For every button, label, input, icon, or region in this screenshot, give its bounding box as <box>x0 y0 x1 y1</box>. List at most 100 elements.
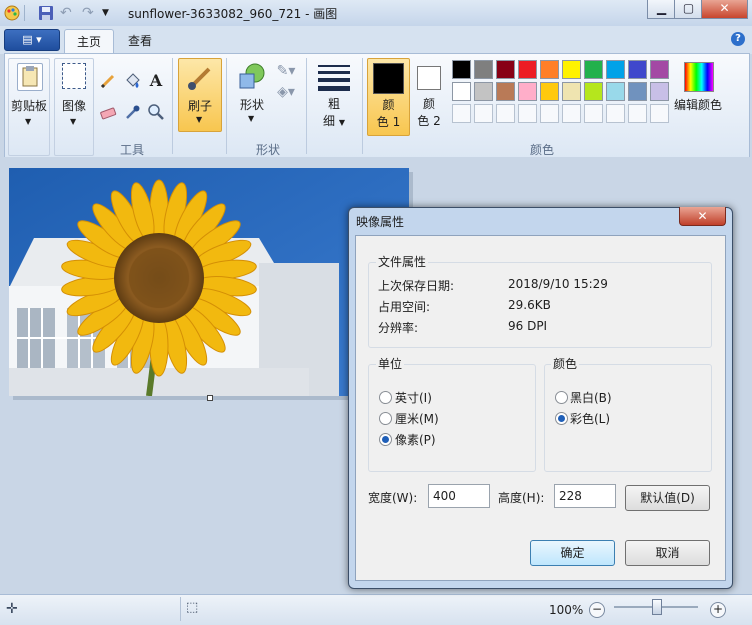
default-button[interactable]: 默认值(D) <box>625 485 710 511</box>
edit-colors-button[interactable]: 编辑颜色 <box>674 58 722 130</box>
outline-icon[interactable]: ✎▾ <box>276 61 296 81</box>
chevron-down-icon: ▼ <box>25 117 32 126</box>
fill-icon[interactable]: ◈▾ <box>276 82 296 102</box>
palette-custom-slot[interactable] <box>584 104 603 123</box>
zoom-in-button[interactable]: + <box>710 602 726 618</box>
palette-custom-slot[interactable] <box>540 104 559 123</box>
tab-home[interactable]: 主页 <box>64 29 115 55</box>
palette-custom-slot[interactable] <box>650 104 669 123</box>
units-frame <box>368 364 536 472</box>
tab-view[interactable]: 查看 <box>116 29 164 54</box>
palette-swatch[interactable] <box>650 60 669 79</box>
clipboard-label: 剪贴板 <box>10 99 47 113</box>
color-radio[interactable] <box>555 412 568 425</box>
text-tool-icon[interactable]: A <box>146 71 166 91</box>
help-icon[interactable]: ? <box>731 32 745 46</box>
color-picker-icon[interactable] <box>122 102 142 122</box>
palette-swatch[interactable] <box>452 60 471 79</box>
ok-button[interactable]: 确定 <box>530 540 615 566</box>
color2-button[interactable]: 颜 色 2 <box>412 58 446 134</box>
brush-icon <box>185 63 215 93</box>
palette-swatch[interactable] <box>650 82 669 101</box>
edit-colors-label: 编辑颜色 <box>673 98 722 112</box>
cursor-position-icon: ✛ <box>6 601 18 617</box>
unit-pixels-label[interactable]: 像素(P) <box>395 431 436 448</box>
black-white-radio[interactable] <box>555 391 568 404</box>
canvas-resize-handle[interactable] <box>207 395 213 401</box>
color-label[interactable]: 彩色(L) <box>570 410 610 427</box>
palette-swatch[interactable] <box>540 82 559 101</box>
image-button[interactable]: 图像 ▼ <box>54 58 94 156</box>
palette-custom-slot[interactable] <box>628 104 647 123</box>
palette-custom-slot[interactable] <box>562 104 581 123</box>
resolution-value: 96 DPI <box>508 319 548 333</box>
palette-swatch[interactable] <box>518 82 537 101</box>
color1-label: 颜 色 1 <box>368 97 409 131</box>
status-bar: ✛ ⬚ 100% − + <box>0 594 752 625</box>
status-separator <box>180 597 181 621</box>
palette-swatch[interactable] <box>496 60 515 79</box>
brushes-label: 刷子 <box>187 99 212 113</box>
color-spectrum-icon <box>684 62 714 92</box>
zoom-out-button[interactable]: − <box>589 602 605 618</box>
ribbon-tab-row: ▤ ▾ 主页 查看 ? <box>0 26 752 55</box>
palette-custom-slot[interactable] <box>518 104 537 123</box>
unit-inches-label[interactable]: 英寸(I) <box>395 389 432 406</box>
zoom-slider-thumb[interactable] <box>652 599 662 615</box>
image-label: 图像 <box>61 99 86 113</box>
palette-swatch[interactable] <box>628 60 647 79</box>
palette-custom-slot[interactable] <box>452 104 471 123</box>
pencil-icon[interactable] <box>98 71 118 91</box>
height-input[interactable]: 228 <box>554 484 616 508</box>
dialog-close-button[interactable]: ✕ <box>679 207 726 226</box>
maximize-button[interactable]: ▢ <box>674 0 703 19</box>
shapes-button[interactable]: 形状 ▼ <box>232 58 272 130</box>
palette-swatch[interactable] <box>518 60 537 79</box>
select-icon <box>62 63 86 89</box>
color1-swatch <box>373 63 404 94</box>
clipboard-button[interactable]: 剪贴板 ▼ <box>8 58 50 156</box>
redo-icon[interactable]: ↷ <box>82 5 98 21</box>
black-white-label[interactable]: 黑白(B) <box>570 389 612 406</box>
width-input[interactable]: 400 <box>428 484 490 508</box>
unit-cm-label[interactable]: 厘米(M) <box>395 410 439 427</box>
palette-custom-slot[interactable] <box>496 104 515 123</box>
colors-heading: 颜色 <box>551 355 580 372</box>
line-width-icon <box>318 63 350 91</box>
color1-label-line2: 色 1 <box>376 115 401 129</box>
size-button[interactable]: 粗 细 ▼ <box>312 58 356 130</box>
palette-swatch[interactable] <box>452 82 471 101</box>
minimize-button[interactable]: ▁ <box>647 0 676 19</box>
eraser-icon[interactable] <box>98 102 118 122</box>
palette-swatch[interactable] <box>562 82 581 101</box>
palette-swatch[interactable] <box>496 82 515 101</box>
palette-swatch[interactable] <box>584 60 603 79</box>
palette-swatch[interactable] <box>628 82 647 101</box>
palette-custom-slot[interactable] <box>606 104 625 123</box>
paint-app-icon[interactable] <box>4 5 20 21</box>
palette-swatch[interactable] <box>474 82 493 101</box>
save-icon[interactable] <box>38 5 54 21</box>
unit-cm-radio[interactable] <box>379 412 392 425</box>
palette-swatch[interactable] <box>606 60 625 79</box>
palette-swatch[interactable] <box>562 60 581 79</box>
color1-button[interactable]: 颜 色 1 <box>367 58 410 136</box>
palette-swatch[interactable] <box>606 82 625 101</box>
palette-swatch[interactable] <box>540 60 559 79</box>
file-menu-button[interactable]: ▤ ▾ <box>4 29 60 51</box>
unit-pixels-radio[interactable] <box>379 433 392 446</box>
brushes-button[interactable]: 刷子 ▼ <box>178 58 222 132</box>
palette-custom-slot[interactable] <box>474 104 493 123</box>
shapes-icon <box>237 62 267 92</box>
ribbon-separator <box>226 58 227 154</box>
fill-bucket-icon[interactable] <box>122 71 142 91</box>
unit-inches-radio[interactable] <box>379 391 392 404</box>
magnifier-icon[interactable] <box>146 102 166 122</box>
undo-icon[interactable]: ↶ <box>60 5 76 21</box>
cancel-button[interactable]: 取消 <box>625 540 710 566</box>
close-button[interactable]: ✕ <box>701 0 748 19</box>
palette-swatch[interactable] <box>474 60 493 79</box>
palette-swatch[interactable] <box>584 82 603 101</box>
color2-label-line2: 色 2 <box>417 114 441 128</box>
customize-toolbar-chevron-icon[interactable]: ▼ <box>102 8 118 24</box>
